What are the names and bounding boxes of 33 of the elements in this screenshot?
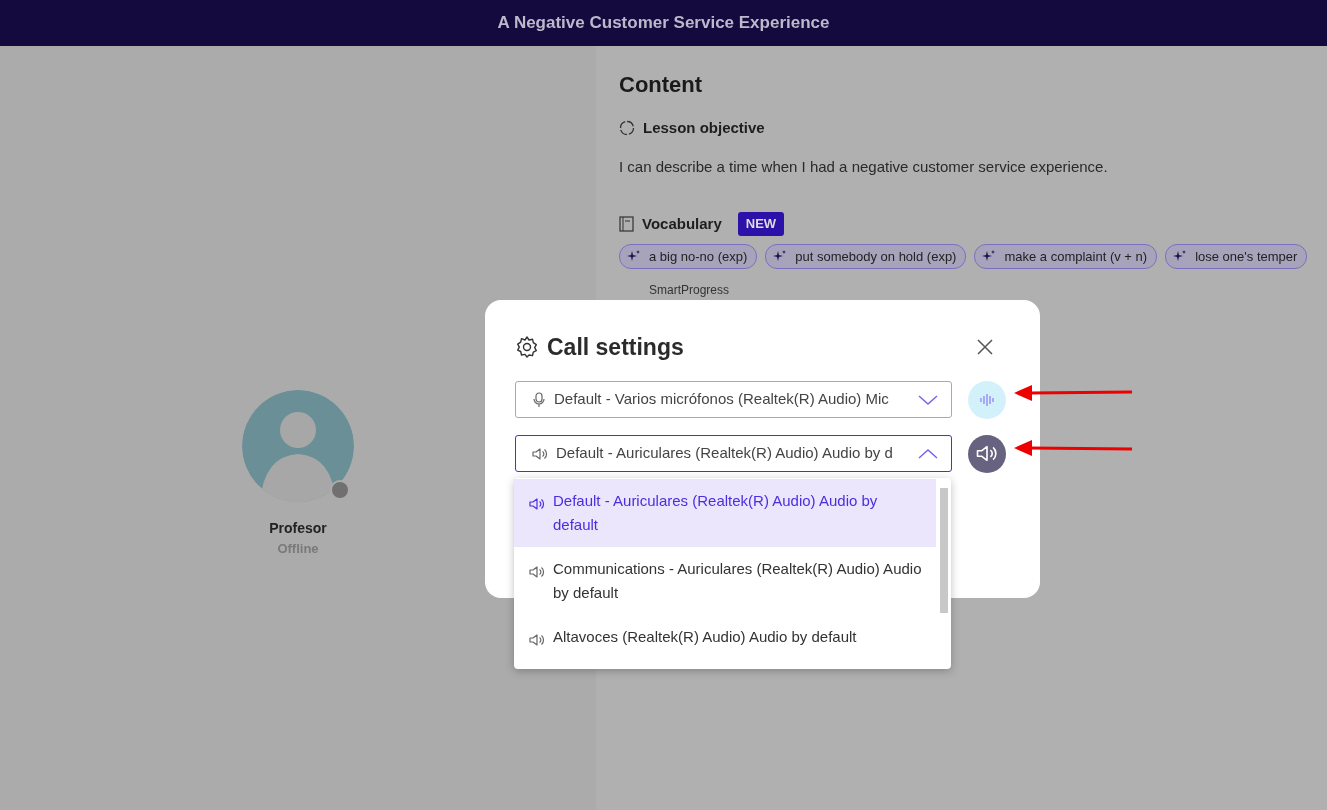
close-button[interactable] bbox=[976, 338, 994, 357]
page-title: A Negative Customer Service Experience bbox=[497, 12, 830, 35]
content-title: Content bbox=[619, 71, 704, 99]
section-label: Vocabulary bbox=[642, 213, 722, 234]
chevron-down-icon bbox=[917, 393, 939, 406]
vocabulary-chip[interactable]: put somebody on hold (exp) bbox=[765, 243, 967, 269]
device-select[interactable]: Default - Varios micrófonos (Realtek(R) Audio) Mic bbox=[515, 381, 952, 418]
microphone-icon bbox=[532, 391, 546, 408]
dropdown-option[interactable]: Default - Auriculares (Realtek(R) Audio) Audio by default bbox=[514, 479, 936, 547]
teacher-name: Profesor bbox=[269, 519, 327, 538]
objective-text: I can describe a time when I had a negative customer service experience. bbox=[619, 156, 1109, 177]
chevron-up-icon bbox=[917, 447, 939, 460]
section-label: SmartProgress bbox=[649, 282, 731, 299]
section-label: Lesson objective bbox=[643, 118, 765, 138]
vocabulary-chip[interactable]: a big no-no (exp) bbox=[619, 243, 758, 269]
speaker-test-button[interactable] bbox=[968, 434, 1006, 473]
dropdown-option[interactable]: Communications - Auriculares (Realtek(R) Audio) Audio by default bbox=[514, 547, 936, 615]
notebook-icon bbox=[619, 215, 634, 232]
new-badge: NEW bbox=[737, 212, 785, 236]
dropdown-option[interactable]: Altavoces (Realtek(R) Audio) Audio by default bbox=[514, 615, 936, 661]
speaker-icon bbox=[529, 565, 545, 580]
vocabulary-chip[interactable]: lose one's temper bbox=[1165, 243, 1308, 269]
speaker-icon bbox=[532, 446, 548, 461]
device-select[interactable]: Default - Auriculares (Realtek(R) Audio) Audio by d bbox=[515, 435, 952, 472]
speaker-icon bbox=[529, 497, 545, 512]
dialog-title: Call settings bbox=[547, 333, 684, 362]
vocabulary-chip[interactable]: make a complaint (v + n) bbox=[974, 243, 1158, 269]
waveform-icon bbox=[979, 392, 995, 407]
settings-icon bbox=[515, 335, 539, 360]
scrollbar[interactable] bbox=[940, 488, 948, 613]
speaker-icon bbox=[976, 444, 998, 463]
target-icon bbox=[619, 120, 635, 137]
speaker-icon bbox=[529, 633, 545, 648]
